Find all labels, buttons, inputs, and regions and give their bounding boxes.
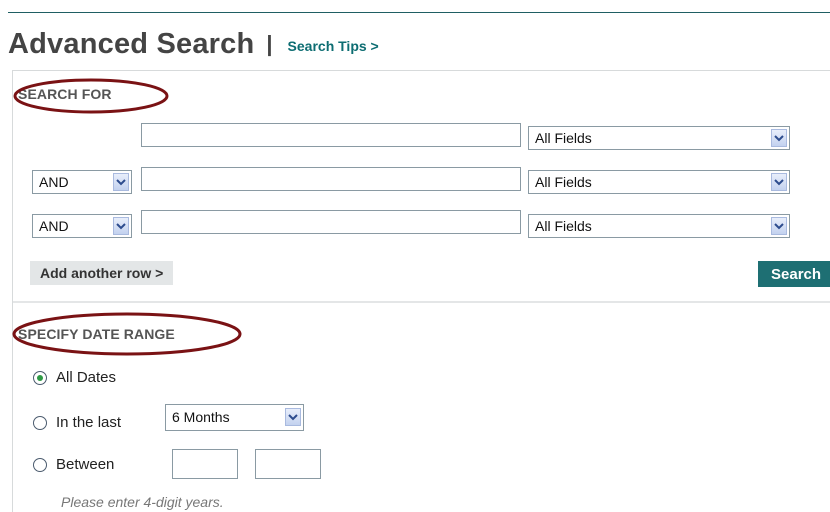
radio-in-the-last[interactable]: In the last — [33, 414, 121, 431]
search-tips-link[interactable]: Search Tips > — [288, 38, 379, 54]
search-term-input-2[interactable] — [141, 167, 521, 191]
radio-label-in-the-last: In the last — [56, 414, 122, 431]
chevron-down-icon[interactable] — [113, 173, 129, 191]
page-title: Advanced Search — [8, 27, 255, 60]
field-select-value: All Fields — [535, 218, 592, 234]
chevron-down-icon[interactable] — [113, 217, 129, 235]
field-select-3[interactable]: All Fields — [528, 214, 790, 238]
chevron-down-icon[interactable] — [771, 217, 787, 235]
top-rule — [8, 12, 830, 13]
page-header: Advanced Search | Search Tips > — [8, 24, 379, 64]
radio-unselected-icon[interactable] — [33, 415, 47, 430]
operator-select-value: AND — [39, 218, 69, 234]
field-select-2[interactable]: All Fields — [528, 170, 790, 194]
search-term-input-1[interactable] — [141, 123, 521, 147]
radio-between[interactable]: Between — [33, 456, 114, 473]
chevron-down-icon[interactable] — [285, 408, 301, 426]
in-the-last-select[interactable]: 6 Months — [165, 404, 304, 431]
between-to-year-input[interactable] — [255, 449, 321, 479]
field-select-1[interactable]: All Fields — [528, 126, 790, 150]
search-for-label: SEARCH FOR — [18, 86, 112, 102]
radio-selected-icon[interactable] — [33, 370, 47, 385]
radio-label-all-dates: All Dates — [56, 369, 117, 386]
radio-all-dates[interactable]: All Dates — [33, 369, 116, 386]
field-select-value: All Fields — [535, 130, 592, 146]
date-range-label: SPECIFY DATE RANGE — [18, 326, 175, 342]
operator-select-value: AND — [39, 174, 69, 190]
search-button[interactable]: Search — [758, 261, 830, 287]
operator-select-3[interactable]: AND — [32, 214, 132, 238]
in-the-last-select-value: 6 Months — [172, 409, 230, 425]
search-panel: SEARCH FOR All Fields AND All Fields AND… — [12, 70, 830, 512]
add-another-row-button[interactable]: Add another row > — [30, 261, 174, 285]
search-term-input-3[interactable] — [141, 210, 521, 234]
section-divider — [13, 301, 830, 303]
chevron-down-icon[interactable] — [771, 173, 787, 191]
radio-label-between: Between — [56, 456, 115, 473]
title-separator: | — [266, 31, 273, 56]
radio-unselected-icon[interactable] — [33, 457, 47, 472]
year-format-hint: Please enter 4-digit years. — [61, 494, 224, 510]
operator-select-2[interactable]: AND — [32, 170, 132, 194]
field-select-value: All Fields — [535, 174, 592, 190]
chevron-down-icon[interactable] — [771, 129, 787, 147]
between-from-year-input[interactable] — [172, 449, 238, 479]
